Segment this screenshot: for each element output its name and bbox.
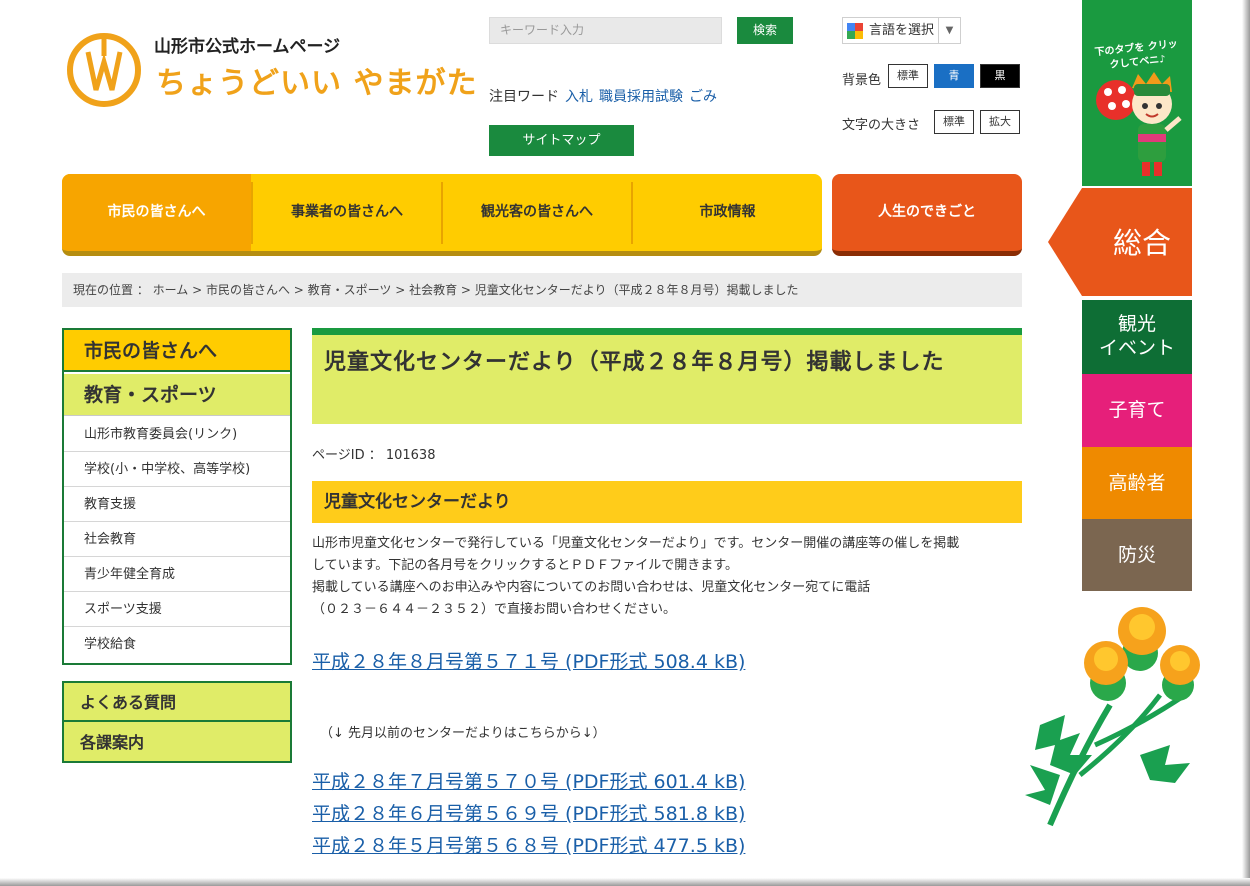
font-size-label: 文字の大きさ [842,118,921,133]
nav-businesses[interactable]: 事業者の皆さんへ [253,174,441,251]
city-emblem-logo[interactable] [66,32,142,108]
tab-childcare[interactable]: 子育て [1082,374,1192,447]
tab-disaster-prevention[interactable]: 防災 [1082,519,1192,591]
body-line: （０２３－６４４－２３５２）で直接お問い合わせください。 [312,602,677,617]
body-line: 山形市児童文化センターで発行している「児童文化センターだより」です。センター開催… [312,536,960,551]
pdf-link-current[interactable]: 平成２８年８月号第５７１号 (PDF形式 508.4 kB) [312,647,745,674]
google-translate-icon [847,23,863,39]
body-text: 山形市児童文化センターで発行している「児童文化センターだより」です。センター開催… [312,533,1022,621]
tab-events-label: イベント [1098,337,1175,359]
attention-words: 注目ワード 入札 職員採用試験 ごみ [489,86,717,106]
sidebar-menu: 市民の皆さんへ 教育・スポーツ 山形市教育委員会(リンク) 学校(小・中学校、高… [62,328,292,665]
page-id: ページID ： 101638 [312,448,436,463]
body-line: しています。下記の各月号をクリックするとＰＤＦファイルで開きます。 [312,558,739,573]
sidebar-item-education-support[interactable]: 教育支援 [64,487,290,522]
pdf-link-past[interactable]: 平成２８年６月号第５６９号 (PDF形式 581.8 kB) [312,799,745,826]
page-frame: 山形市公式ホームページ ちょうどいい やまがた キーワード入力 検索 注目ワード… [0,0,1250,886]
bg-standard-button[interactable]: 標準 [888,64,928,88]
font-large-button[interactable]: 拡大 [980,110,1020,134]
language-select-label: 言語を選択 [869,23,935,38]
nav-city-administration[interactable]: 市政情報 [633,174,822,251]
search-button[interactable]: 検索 [737,17,793,44]
page-title-box: 児童文化センターだより（平成２８年８月号）掲載しました [312,328,1022,424]
page-title: 児童文化センターだより（平成２８年８月号）掲載しました [324,350,945,375]
sidebar-link-faq[interactable]: よくある質問 [64,683,290,722]
section-title: 児童文化センターだより [312,481,1022,523]
page-shadow [1242,0,1250,886]
nav-life-events[interactable]: 人生のできごと [832,174,1022,256]
sitemap-button[interactable]: サイトマップ [489,125,634,156]
bg-color-label: 背景色 [842,73,882,88]
pdf-link-past[interactable]: 平成２８年５月号第５６８号 (PDF形式 477.5 kB) [312,831,745,858]
safflower-illustration-icon [1025,607,1200,827]
sidebar-heading-citizens[interactable]: 市民の皆さんへ [64,330,290,372]
sidebar-item-schools[interactable]: 学校(小・中学校、高等学校) [64,452,290,487]
language-select[interactable]: 言語を選択 ▼ [842,17,961,44]
site-name[interactable]: 山形市公式ホームページ [154,32,340,57]
sidebar-link-departments[interactable]: 各課案内 [64,723,290,762]
breadcrumb[interactable]: 現在の位置 ： ホーム > 市民の皆さんへ > 教育・スポーツ > 社会教育 >… [62,273,1022,307]
site-catchphrase-logo[interactable]: ちょうどいい やまがた [156,58,477,102]
past-issues-note: （↓ 先月以前のセンターだよりはこちらから↓） [320,726,606,741]
pdf-link-past[interactable]: 平成２８年７月号第５７０号 (PDF形式 601.4 kB) [312,767,745,794]
global-nav: 市民の皆さんへ 事業者の皆さんへ 観光客の皆さんへ 市政情報 [62,174,822,256]
attention-label: 注目ワード [489,89,559,105]
attention-link-gomi[interactable]: ごみ [689,89,717,105]
nav-tourists[interactable]: 観光客の皆さんへ [443,174,631,251]
search-input[interactable]: キーワード入力 [489,17,722,44]
mascot-tab[interactable]: 下のタブを クリックしてベニ♪ [1082,0,1192,186]
sidebar-heading-education[interactable]: 教育・スポーツ [64,374,290,416]
tab-general-label[interactable]: 総合 [1092,220,1192,262]
tab-tourism-label: 観光 [1117,313,1156,335]
bg-black-button[interactable]: 黒 [980,64,1020,88]
attention-link-nyusatsu[interactable]: 入札 [565,89,593,105]
sidebar-item-school-lunch[interactable]: 学校給食 [64,627,290,662]
tab-tourism-events[interactable]: 観光 イベント [1082,300,1192,374]
nav-citizens[interactable]: 市民の皆さんへ [62,174,251,251]
sidebar-item-social-education[interactable]: 社会教育 [64,522,290,557]
sidebar-item-board-of-education[interactable]: 山形市教育委員会(リンク) [64,417,290,452]
sidebar-item-youth[interactable]: 青少年健全育成 [64,557,290,592]
chevron-down-icon: ▼ [938,18,960,43]
tab-elderly[interactable]: 高齢者 [1082,447,1192,519]
bg-blue-button[interactable]: 青 [934,64,974,88]
attention-link-recruit[interactable]: 職員採用試験 [599,89,683,105]
mascot-character-icon [1096,72,1182,176]
font-standard-button[interactable]: 標準 [934,110,974,134]
body-line: 掲載している講座へのお申込みや内容についてのお問い合わせは、児童文化センター宛て… [312,580,871,595]
sidebar-item-sports-support[interactable]: スポーツ支援 [64,592,290,627]
sidebar-links: よくある質問 各課案内 [62,681,292,763]
page-shadow [0,878,1250,886]
